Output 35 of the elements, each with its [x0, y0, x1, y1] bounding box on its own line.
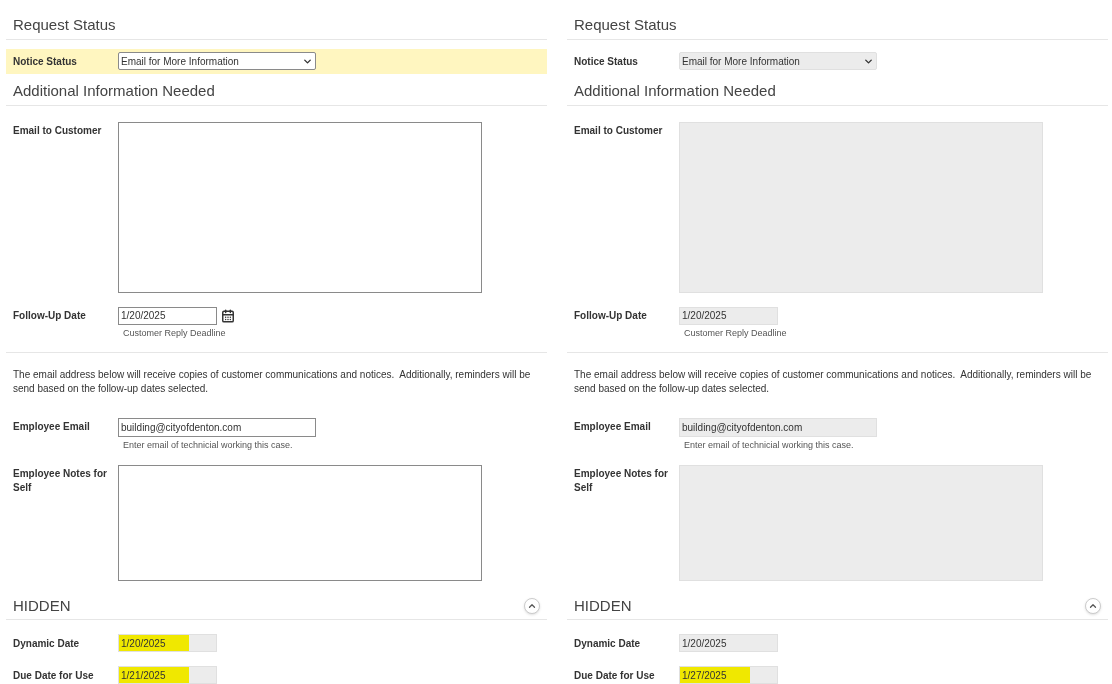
notice-status-select[interactable]: Email for More Information: [118, 52, 316, 71]
field-hint: Customer Reply Deadline: [122, 326, 227, 340]
field-label: Email to Customer: [13, 123, 103, 138]
section-heading: Request Status: [13, 15, 116, 35]
field-label: Follow-Up Date: [13, 308, 87, 323]
email-to-customer-field[interactable]: [118, 121, 482, 293]
collapse-button[interactable]: [524, 597, 540, 614]
field-label: Employee Email: [574, 420, 652, 434]
employee-email-field[interactable]: building@cityofdenton.com: [118, 418, 316, 437]
section-heading: Additional Information Needed: [574, 81, 776, 101]
field-label: Dynamic Date: [574, 637, 642, 651]
follow-up-date-field[interactable]: 1/20/2025: [118, 306, 217, 325]
field-label: Due Date for Use: [13, 669, 95, 683]
info-paragraph: The email address below will receive copies of customer communications and notices. Additionally, reminders will be send based on the follow-up dates selected.: [573, 368, 1093, 396]
field-label: Notice Status: [13, 55, 78, 70]
section-heading: Additional Information Needed: [13, 81, 215, 101]
field-hint: Customer Reply Deadline: [683, 326, 787, 340]
section-heading: HIDDEN: [13, 595, 71, 616]
section-heading: Request Status: [574, 15, 677, 35]
field-label: Due Date for Use: [574, 669, 656, 683]
date-field[interactable]: 1/20/2025: [118, 634, 217, 652]
employee-notes-field[interactable]: [118, 464, 482, 581]
field-label: Follow-Up Date: [574, 308, 648, 323]
field-label: Employee Notes for Self: [574, 466, 669, 495]
info-paragraph: The email address below will receive copies of customer communications and notices. Additionally, reminders will be send based on the follow-up dates selected.: [12, 368, 532, 396]
field-label: Employee Email: [13, 420, 91, 434]
calendar-icon[interactable]: [221, 308, 235, 323]
field-hint: Enter email of technicial working this case.: [122, 439, 294, 452]
section-heading: HIDDEN: [574, 595, 632, 616]
field-hint: Enter email of technicial working this case.: [683, 439, 855, 452]
field-label: Email to Customer: [574, 123, 664, 138]
field-label: Dynamic Date: [13, 637, 81, 651]
date-field[interactable]: 1/21/2025: [118, 666, 217, 684]
field-label: Notice Status: [574, 55, 639, 70]
field-label: Employee Notes for Self: [13, 466, 108, 495]
